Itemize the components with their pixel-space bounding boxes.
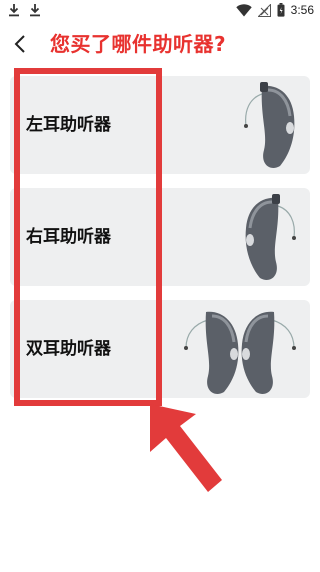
- back-button[interactable]: [8, 30, 32, 58]
- header: 您买了哪件助听器?: [0, 26, 320, 62]
- page-title: 您买了哪件助听器?: [50, 32, 227, 56]
- wifi-icon: [235, 3, 252, 16]
- battery-icon: [277, 3, 285, 17]
- hearing-aid-icon: [245, 194, 296, 281]
- status-bar: 3:56: [0, 0, 320, 22]
- status-time: 3:56: [290, 3, 314, 17]
- signal-icon: [257, 3, 271, 17]
- highlight-box: [14, 68, 162, 406]
- download-icon: [30, 4, 40, 17]
- red-arrow-annotation: [150, 404, 222, 492]
- hearing-aid-icon: [244, 82, 295, 169]
- download-icon: [9, 4, 19, 17]
- hearing-aid-icon: [184, 311, 296, 395]
- back-arrow-icon: [14, 35, 25, 53]
